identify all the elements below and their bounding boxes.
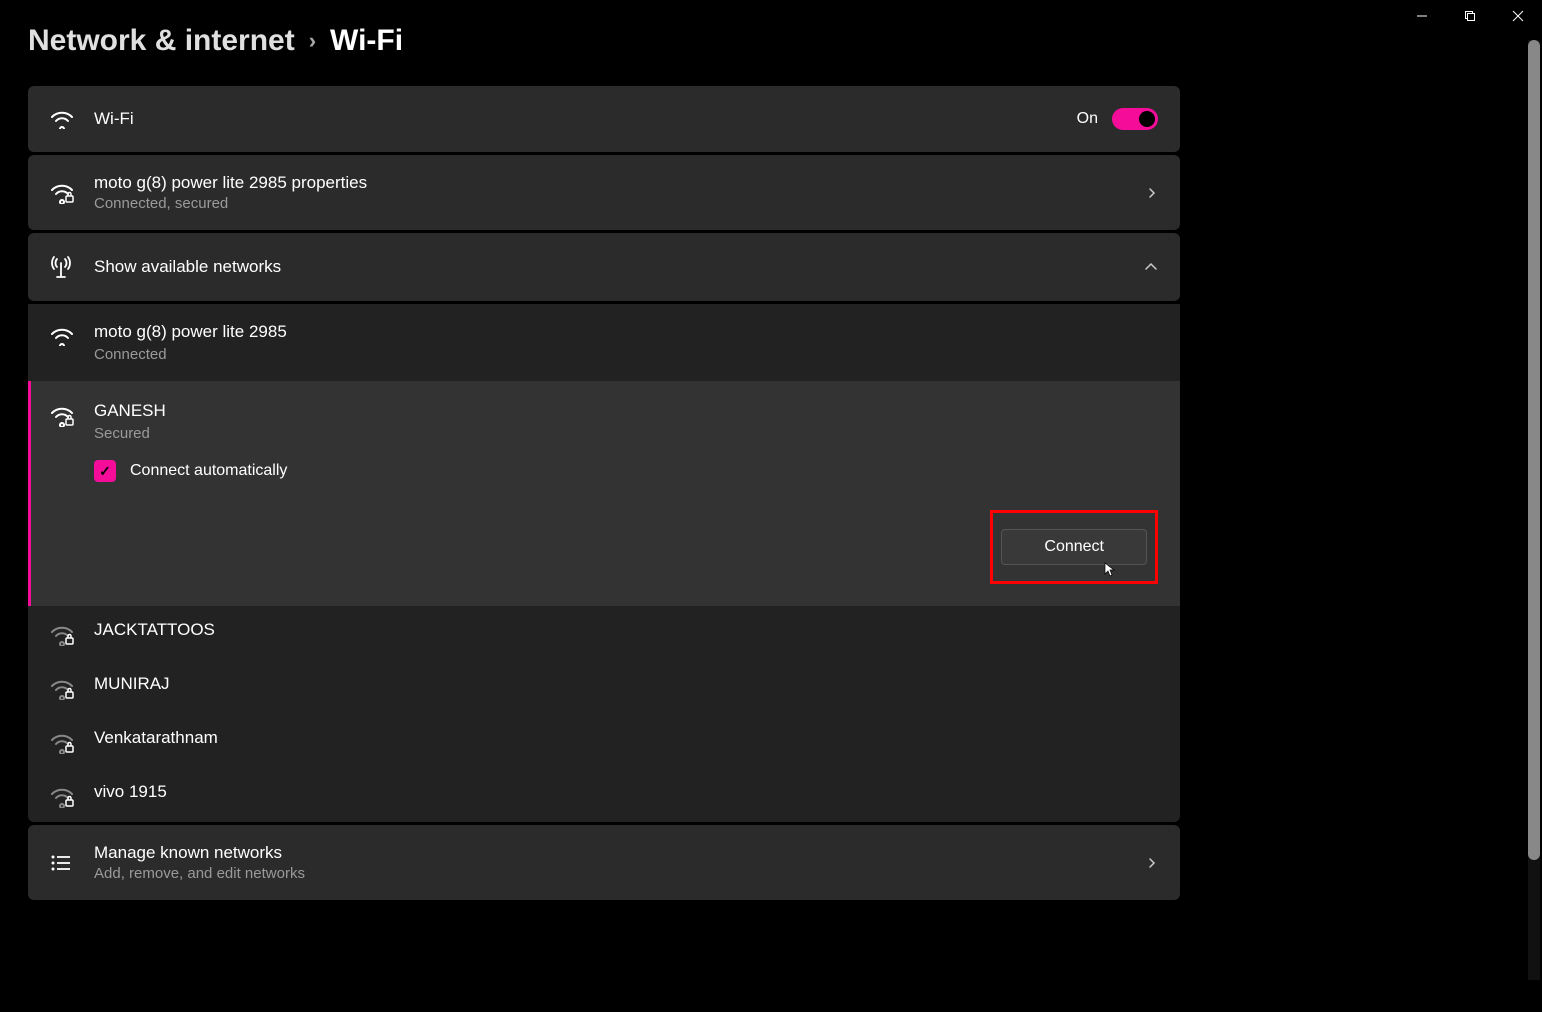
chevron-right-icon [1146, 187, 1158, 199]
antenna-icon [50, 255, 94, 279]
wifi-secured-icon [50, 620, 94, 646]
chevron-up-icon [1144, 262, 1158, 272]
close-button[interactable] [1494, 0, 1542, 32]
wifi-secured-icon [50, 782, 94, 808]
wifi-icon [50, 109, 94, 129]
network-item[interactable]: Venkatarathnam [28, 714, 1180, 768]
wifi-toggle-card: Wi-Fi On [28, 86, 1180, 152]
minimize-button[interactable] [1398, 0, 1446, 32]
manage-sub: Add, remove, and edit networks [94, 865, 1136, 882]
manage-known-networks[interactable]: Manage known networks Add, remove, and e… [28, 825, 1180, 900]
wifi-label: Wi-Fi [94, 109, 1077, 129]
network-item-connected[interactable]: moto g(8) power lite 2985 Connected [28, 304, 1180, 381]
network-name: JACKTATTOOS [94, 620, 1158, 640]
wifi-secured-icon [50, 728, 94, 754]
connected-network-properties[interactable]: moto g(8) power lite 2985 properties Con… [28, 155, 1180, 230]
network-name: moto g(8) power lite 2985 [94, 322, 1158, 342]
breadcrumb-parent[interactable]: Network & internet [28, 24, 295, 58]
network-item[interactable]: MUNIRAJ [28, 660, 1180, 714]
wifi-icon [50, 322, 94, 346]
list-icon [50, 854, 94, 872]
connect-automatically-label: Connect automatically [130, 462, 287, 480]
connected-sub: Connected, secured [94, 195, 1136, 212]
window-controls [1398, 0, 1542, 32]
chevron-right-icon [1146, 857, 1158, 869]
available-networks-list: moto g(8) power lite 2985 Connected GANE… [28, 304, 1180, 822]
network-name: Venkatarathnam [94, 728, 1158, 748]
tutorial-highlight: Connect [990, 510, 1158, 584]
connect-button[interactable]: Connect [1001, 529, 1147, 565]
breadcrumb-current: Wi-Fi [330, 24, 403, 58]
wifi-toggle[interactable] [1112, 108, 1158, 130]
maximize-button[interactable] [1446, 0, 1494, 32]
available-header-label: Show available networks [94, 257, 1134, 277]
manage-title: Manage known networks [94, 843, 1136, 863]
network-item-selected[interactable]: GANESH Secured ✓ Connect automatically C… [28, 381, 1180, 606]
wifi-secured-icon [50, 674, 94, 700]
network-name: MUNIRAJ [94, 674, 1158, 694]
wifi-secured-icon [50, 182, 94, 204]
chevron-right-icon: › [309, 28, 316, 54]
network-status: Connected [94, 346, 1158, 363]
breadcrumb: Network & internet › Wi-Fi [28, 24, 1180, 58]
main-content: Network & internet › Wi-Fi Wi-Fi On moto… [0, 0, 1180, 900]
show-available-networks[interactable]: Show available networks [28, 233, 1180, 301]
connect-automatically-checkbox[interactable]: ✓ [94, 460, 116, 482]
network-name: GANESH [94, 401, 1158, 421]
network-item[interactable]: JACKTATTOOS [28, 606, 1180, 660]
cursor-icon [1104, 562, 1116, 578]
wifi-state-label: On [1077, 110, 1098, 128]
network-status: Secured [94, 425, 1158, 442]
connected-title: moto g(8) power lite 2985 properties [94, 173, 1136, 193]
wifi-secured-icon [50, 401, 94, 427]
network-item[interactable]: vivo 1915 [28, 768, 1180, 822]
scrollbar-thumb[interactable] [1528, 40, 1540, 860]
network-name: vivo 1915 [94, 782, 1158, 802]
